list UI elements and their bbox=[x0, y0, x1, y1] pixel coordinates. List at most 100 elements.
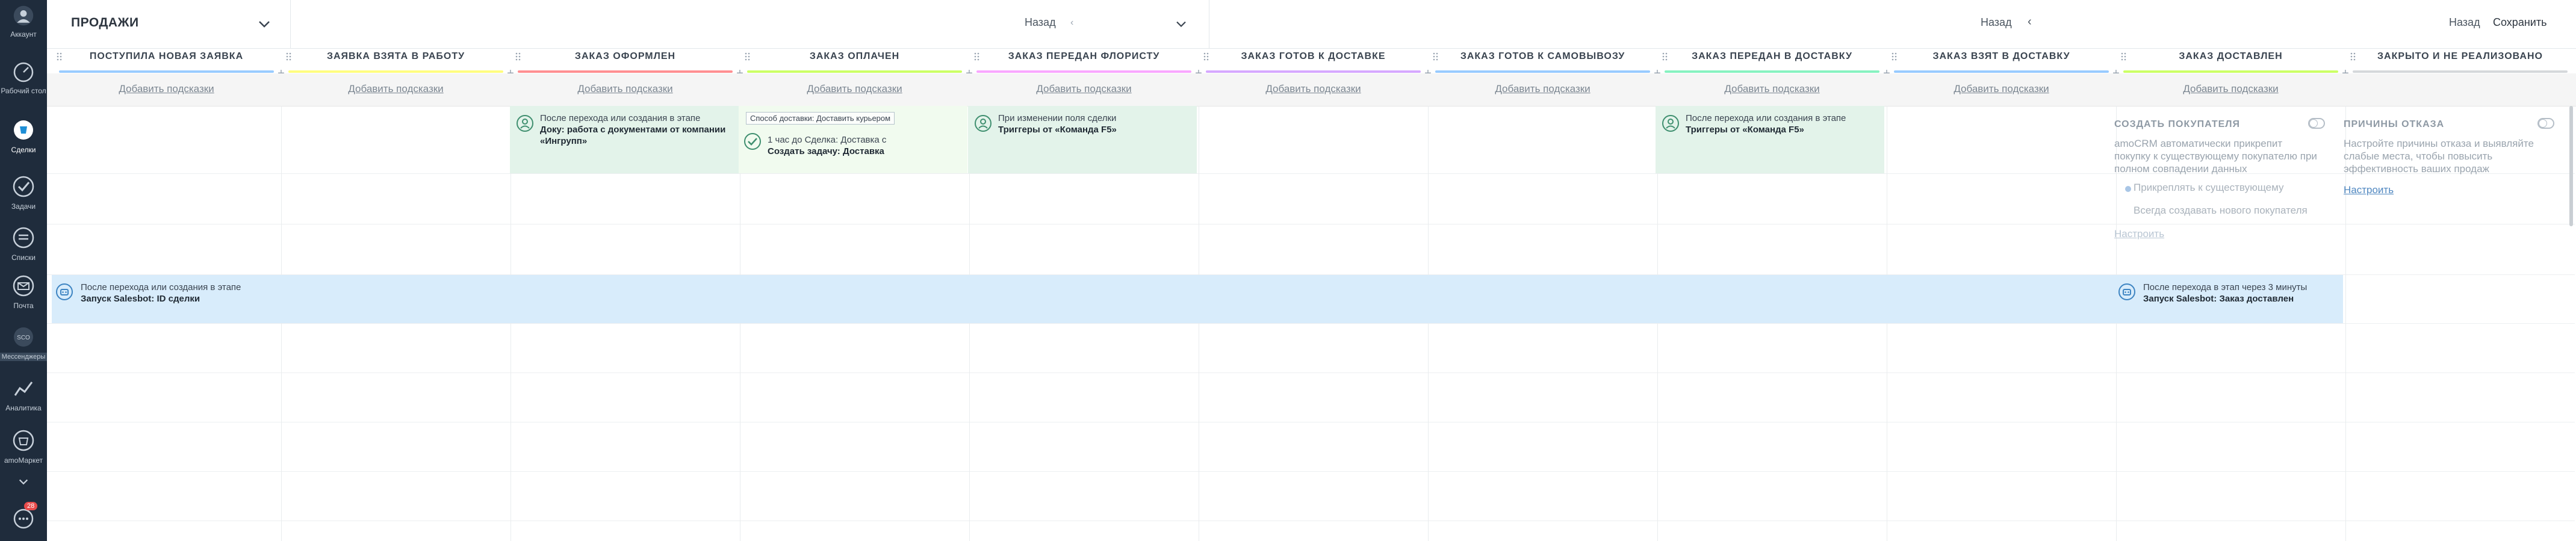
add-hints-link[interactable]: Добавить подсказки bbox=[1657, 83, 1887, 95]
card-condition: 1 час до Сделка: Доставка с bbox=[768, 135, 887, 145]
nav-deals[interactable]: Сделки bbox=[0, 118, 47, 154]
trigger-card-f5[interactable]: При изменении поля сделки Триггеры от «К… bbox=[968, 106, 1197, 173]
card-action: Запуск Salesbot: ID сделки bbox=[81, 294, 200, 304]
stage-color-bar bbox=[747, 70, 962, 73]
salesbot-icon bbox=[56, 283, 73, 300]
nav-analytics-label: Аналитика bbox=[5, 404, 42, 412]
stage-title: Заказ оплачен bbox=[809, 51, 900, 61]
card-condition: После перехода или создания в этапе bbox=[81, 282, 241, 292]
trigger-card-f5-delivery[interactable]: После перехода или создания в этапе Триг… bbox=[1656, 106, 1884, 173]
card-action: Доку: работа с документами от компании «… bbox=[540, 125, 726, 146]
nav-mail[interactable]: Почта bbox=[0, 274, 47, 310]
stage-color-bar bbox=[288, 70, 503, 73]
create-buyer-text: amoCRM автоматически прикрепит покупку к… bbox=[2114, 138, 2317, 175]
create-buyer-toggle[interactable] bbox=[2308, 118, 2325, 129]
nav-analytics[interactable]: Аналитика bbox=[0, 376, 47, 412]
collapse-icon[interactable]: ‹ bbox=[2028, 15, 2032, 29]
condition-chip: Способ доставки: Доставить курьером bbox=[746, 112, 895, 125]
save-button[interactable]: Сохранить bbox=[2493, 16, 2547, 29]
messenger-avatar-text: SCO bbox=[17, 335, 30, 341]
create-buyer-configure-link[interactable]: Настроить bbox=[2114, 228, 2164, 240]
lists-icon bbox=[13, 227, 34, 249]
stage-color-bar bbox=[2353, 70, 2568, 73]
vertical-scrollbar[interactable] bbox=[2569, 106, 2573, 226]
notifications-badge: 28 bbox=[24, 502, 38, 510]
nav-deals-label: Сделки bbox=[11, 146, 36, 154]
card-action: Триггеры от «Команда F5» bbox=[998, 125, 1117, 135]
stage-title: Закрыто и не реализовано bbox=[2377, 51, 2543, 61]
search-caret-icon: ‹ bbox=[1070, 17, 1074, 28]
nav-more[interactable] bbox=[0, 478, 47, 487]
add-hints-link[interactable]: Добавить подсказки bbox=[969, 83, 1199, 95]
card-action: Триггеры от «Команда F5» bbox=[1686, 125, 1804, 135]
mail-icon bbox=[13, 275, 34, 297]
back-button-1[interactable]: Назад bbox=[1025, 16, 1056, 29]
nav-market-label: amoМаркет bbox=[4, 456, 43, 465]
add-hints-link[interactable]: Добавить подсказки bbox=[2116, 83, 2345, 95]
salesbot-icon bbox=[2118, 283, 2135, 300]
trigger-robot-icon bbox=[975, 115, 992, 132]
row-divider bbox=[47, 471, 2575, 472]
row-divider bbox=[47, 323, 2575, 324]
pipeline-select-chevron-icon[interactable] bbox=[255, 14, 274, 34]
add-hints-link[interactable]: Добавить подсказки bbox=[511, 83, 740, 95]
column-divider bbox=[281, 106, 282, 541]
add-hints-link[interactable]: Добавить подсказки bbox=[281, 83, 511, 95]
add-hints-link[interactable]: Добавить подсказки bbox=[1887, 83, 2116, 95]
loss-reasons-text: Настройте причины отказа и выявляйте сла… bbox=[2344, 138, 2534, 175]
nav-account-label: Аккаунт bbox=[10, 30, 37, 39]
stage-title: Заказ доставлен bbox=[2179, 51, 2283, 61]
task-card-delivery[interactable]: Способ доставки: Доставить курьером 1 ча… bbox=[739, 106, 967, 173]
trigger-card-docs[interactable]: После перехода или создания в этапе Доку… bbox=[510, 106, 739, 173]
stage-title: Заказ передан флористу bbox=[1008, 51, 1160, 61]
stage-title: Заказ готов к доставке bbox=[1241, 51, 1386, 61]
salesbot-row bbox=[52, 275, 2343, 323]
add-hints-link[interactable]: Добавить подсказки bbox=[740, 83, 969, 95]
card-condition: После перехода в этап через 3 минуты bbox=[2143, 282, 2308, 292]
card-condition: При изменении поля сделки bbox=[998, 113, 1117, 123]
card-condition: После перехода или создания в этапе bbox=[1686, 113, 1846, 123]
deals-icon bbox=[14, 120, 33, 140]
salesbot-card-deal-id[interactable]: После перехода или создания в этапе Запу… bbox=[52, 275, 281, 323]
stage-title: Заказ готов к самовывозу bbox=[1460, 51, 1625, 61]
loss-reasons-title: ПРИЧИНЫ ОТКАЗА bbox=[2344, 119, 2445, 129]
stage-title: Заказ взят в доставку bbox=[1932, 51, 2070, 61]
stage-color-bar bbox=[976, 70, 1191, 73]
chevron-down-icon[interactable] bbox=[1173, 16, 1190, 32]
loss-reasons-toggle[interactable] bbox=[2537, 118, 2554, 129]
nav-lists[interactable]: Списки bbox=[0, 226, 47, 262]
nav-messengers[interactable]: SCO Мессенджеры bbox=[0, 325, 47, 361]
pipeline-name[interactable]: ПРОДАЖИ bbox=[71, 16, 139, 30]
stage-color-bar bbox=[59, 70, 274, 73]
nav-notifications[interactable]: 28 bbox=[0, 502, 47, 533]
create-buyer-title: СОЗДАТЬ ПОКУПАТЕЛЯ bbox=[2114, 119, 2240, 129]
stage-title: Заказ передан в доставку bbox=[1692, 51, 1852, 61]
back-button-2[interactable]: Назад bbox=[1981, 16, 2012, 29]
stage-color-bar bbox=[1665, 70, 1879, 73]
pipeline-topbar: ПРОДАЖИ Назад ‹ Назад ‹ Назад Сохранить bbox=[47, 0, 2576, 49]
nav-dashboard[interactable]: Рабочий стол bbox=[0, 59, 47, 95]
add-hints-link[interactable]: Добавить подсказки bbox=[52, 83, 281, 95]
radio-always-new-label[interactable]: Всегда создавать нового покупателя bbox=[2134, 205, 2308, 217]
nav-messengers-label: Мессенджеры bbox=[0, 353, 47, 361]
nav-tasks[interactable]: Задачи bbox=[0, 175, 47, 211]
nav-market[interactable]: amoМаркет bbox=[0, 428, 47, 465]
task-check-icon bbox=[744, 133, 761, 150]
add-hints-link[interactable]: Добавить подсказки bbox=[1199, 83, 1428, 95]
salesbot-card-delivered[interactable]: После перехода в этап через 3 минуты Зап… bbox=[2114, 275, 2343, 323]
add-hints-link[interactable]: Добавить подсказки bbox=[1428, 83, 1657, 95]
nav-account[interactable]: Аккаунт bbox=[0, 5, 47, 39]
nav-tasks-label: Задачи bbox=[11, 202, 36, 211]
automation-grid: После перехода или создания в этапе Доку… bbox=[47, 106, 2576, 541]
trigger-robot-icon bbox=[517, 115, 533, 132]
loss-reasons-configure-link[interactable]: Настроить bbox=[2344, 184, 2394, 196]
stage-title: Поступила новая заявка bbox=[89, 51, 244, 61]
nav-lists-label: Списки bbox=[11, 253, 36, 262]
account-avatar-icon bbox=[13, 5, 34, 26]
card-action: Создать задачу: Доставка bbox=[768, 146, 884, 156]
radio-attach-existing-label: Прикреплять к существующему bbox=[2134, 182, 2284, 193]
back-button-3[interactable]: Назад bbox=[2449, 16, 2480, 29]
stage-color-bar bbox=[1435, 70, 1650, 73]
stage-title: Заказ оформлен bbox=[574, 51, 676, 61]
radio-attach-existing[interactable] bbox=[2125, 186, 2131, 192]
